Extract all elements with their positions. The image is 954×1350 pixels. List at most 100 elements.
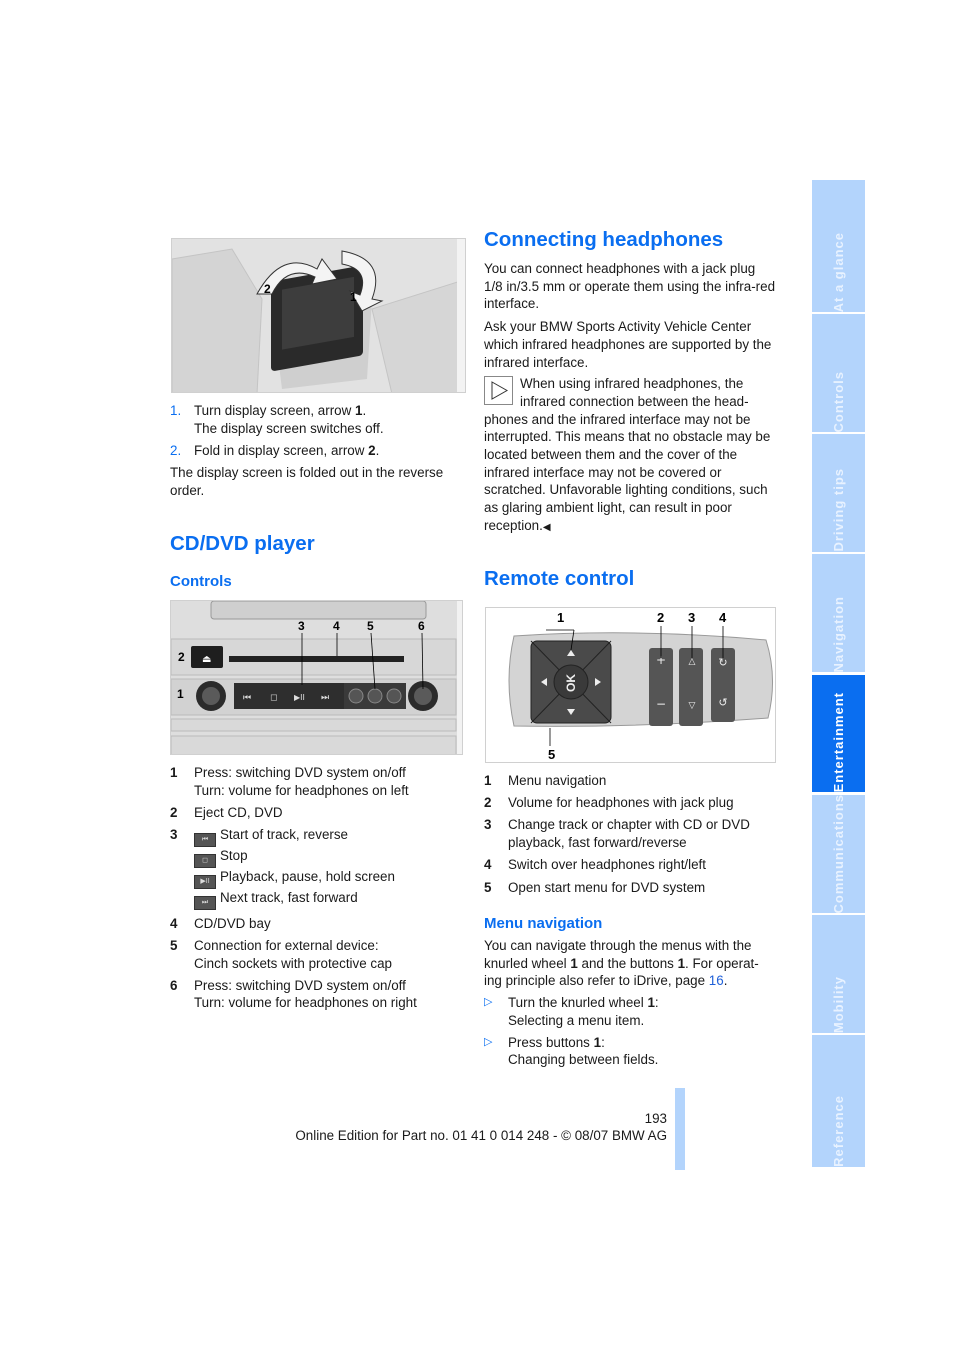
tab-driving-tips[interactable]: Driving tips bbox=[812, 434, 865, 552]
legend-text: Connection for external device: bbox=[194, 937, 379, 953]
ref: 1 bbox=[677, 955, 686, 971]
text: . bbox=[723, 973, 728, 989]
connecting-headphones-heading: Connecting headphones bbox=[484, 228, 724, 251]
callout-5: 5 bbox=[367, 619, 374, 633]
bullet-item: ▷ Press buttons 1: Changing between field… bbox=[484, 1034, 776, 1069]
tab-at-a-glance[interactable]: At a glance bbox=[812, 180, 865, 312]
legend-text: Press: switching DVD system on/off bbox=[194, 765, 406, 780]
callout-4: 4 bbox=[719, 610, 727, 625]
note-text: When using infrared headphones, the infr… bbox=[484, 376, 771, 533]
legend-text: Next track, fast forward bbox=[220, 890, 358, 906]
punct: : bbox=[601, 1034, 605, 1050]
button-play-icon: ▶II bbox=[294, 693, 305, 702]
step-text: Turn display screen, arrow bbox=[194, 403, 355, 418]
tab-mobility[interactable]: Mobility bbox=[812, 915, 865, 1033]
svg-text:−: − bbox=[656, 697, 666, 711]
legend-number: 5 bbox=[484, 879, 492, 895]
tab-label: Controls bbox=[830, 370, 846, 432]
legend-number: 4 bbox=[484, 857, 492, 873]
step-1: 1. Turn display screen, arrow 1. The dis… bbox=[170, 402, 465, 437]
callout-4: 4 bbox=[333, 619, 340, 633]
menu-navigation-paragraph: You can navigate through the menus with … bbox=[484, 937, 776, 990]
step-punct: . bbox=[362, 403, 367, 418]
remote-legend: 1 Menu navigation 2 Volume for headphones … bbox=[484, 772, 776, 901]
step-result: The display screen switches off. bbox=[194, 420, 384, 436]
controls-heading: Controls bbox=[170, 573, 232, 590]
bullet-result: Selecting a menu item. bbox=[508, 1012, 645, 1028]
dvd-controls-figure: ⏏ ⏮ ◻ ▶II ⏭ 3 4 5 6 2 1 bbox=[170, 600, 463, 755]
legend-text: Playback, pause, hold screen bbox=[220, 869, 395, 885]
fold-note: The display screen is folded out in the … bbox=[170, 465, 444, 498]
callout-3: 3 bbox=[298, 619, 305, 633]
edition-footer: Online Edition for Part no. 01 41 0 014 … bbox=[295, 1128, 667, 1143]
ref: 1 bbox=[593, 1034, 602, 1050]
end-marker-icon: ◀ bbox=[542, 521, 551, 533]
menu-navigation-heading: Menu navigation bbox=[484, 915, 603, 932]
dvd-player-illustration: ⏏ ⏮ ◻ ▶II ⏭ 3 4 5 6 2 1 bbox=[171, 601, 462, 754]
legend-item: 1 Press: switching DVD system on/off Turn… bbox=[170, 764, 465, 799]
display-fold-illustration: 2 1 bbox=[172, 239, 465, 392]
legend-item: 3 Change track or chapter with CD or DVD p… bbox=[484, 816, 776, 851]
page-link[interactable]: 16 bbox=[709, 973, 724, 988]
prev-track-icon: ⏮ bbox=[194, 833, 216, 848]
tab-entertainment[interactable]: Entertainment bbox=[812, 675, 865, 792]
step-2: 2. Fold in display screen, arrow 2. bbox=[170, 442, 465, 460]
svg-text:⏏: ⏏ bbox=[202, 654, 211, 665]
legend-text: Cinch sockets with protective cap bbox=[194, 955, 392, 971]
legend-text: Stop bbox=[220, 848, 248, 864]
tab-label: Navigation bbox=[830, 595, 846, 672]
stop-icon: ◻ bbox=[194, 854, 216, 869]
legend-item: 3 ⏮ Start of track, reverse ◻ Stop ▶II Play… bbox=[170, 826, 465, 911]
callout-5: 5 bbox=[548, 747, 555, 762]
legend-number: 6 bbox=[170, 977, 178, 993]
menu-navigation-section: You can navigate through the menus with … bbox=[484, 937, 776, 1069]
page-number: 193 bbox=[644, 1111, 667, 1126]
legend-text: playback, fast forward/reverse bbox=[508, 835, 687, 851]
legend-text: CD/DVD bay bbox=[194, 915, 271, 931]
legend-text: Open start menu for DVD system bbox=[508, 879, 706, 895]
bullet-text: Press buttons bbox=[508, 1034, 594, 1050]
legend-text: Eject CD, DVD bbox=[194, 804, 283, 820]
tab-communications[interactable]: Communications bbox=[812, 795, 865, 913]
callout-1: 1 bbox=[557, 610, 564, 625]
tab-controls[interactable]: Controls bbox=[812, 314, 865, 432]
text: and the buttons bbox=[577, 955, 678, 971]
next-track-icon: ⏭ bbox=[194, 896, 216, 911]
legend-text: Press: switching DVD system on/off bbox=[194, 977, 406, 993]
bullet-arrow-icon: ▷ bbox=[484, 1035, 493, 1048]
legend-number: 1 bbox=[484, 773, 492, 788]
legend-number: 2 bbox=[170, 804, 178, 820]
legend-text: Menu navigation bbox=[508, 773, 607, 788]
legend-text: Turn: volume for headphones on right bbox=[194, 995, 417, 1011]
step-number: 1. bbox=[170, 403, 182, 418]
legend-number: 3 bbox=[170, 827, 178, 843]
tab-label: Driving tips bbox=[830, 468, 846, 552]
bullet-result: Changing between fields. bbox=[508, 1052, 659, 1068]
headphones-paragraph-1: You can connect headphones with a jack p… bbox=[484, 261, 776, 312]
ref: 1 bbox=[647, 995, 655, 1011]
callout-3: 3 bbox=[688, 610, 695, 625]
tab-reference[interactable]: Reference bbox=[812, 1035, 865, 1167]
tab-label: Reference bbox=[830, 1095, 846, 1167]
tab-label: Entertainment bbox=[830, 691, 846, 792]
callout-1: 1 bbox=[177, 687, 184, 701]
callout-2: 2 bbox=[657, 610, 664, 625]
legend-text: Start of track, reverse bbox=[220, 827, 348, 843]
legend-item: 2 Volume for headphones with jack plug bbox=[484, 794, 776, 812]
display-fold-figure: 2 1 bbox=[171, 238, 466, 393]
step-punct: . bbox=[375, 443, 380, 459]
legend-item: 5 Connection for external device: Cinch s… bbox=[170, 937, 465, 972]
legend-item: 4 CD/DVD bay bbox=[170, 915, 465, 933]
tab-navigation[interactable]: Navigation bbox=[812, 554, 865, 672]
play-pause-icon: ▶II bbox=[194, 875, 216, 890]
button-next-icon: ⏭ bbox=[321, 693, 329, 703]
bullet-text: Turn the knurled wheel bbox=[508, 995, 648, 1011]
legend-item: 5 Open start menu for DVD system bbox=[484, 879, 776, 897]
callout-6: 6 bbox=[418, 619, 425, 633]
punct: : bbox=[654, 995, 659, 1011]
headphones-section: You can connect headphones with a jack p… bbox=[484, 260, 776, 537]
legend-text: Turn: volume for headphones on left bbox=[194, 782, 409, 798]
legend-number: 5 bbox=[170, 937, 178, 953]
svg-text:↺: ↺ bbox=[718, 696, 727, 709]
legend-item: 2 Eject CD, DVD bbox=[170, 804, 465, 822]
